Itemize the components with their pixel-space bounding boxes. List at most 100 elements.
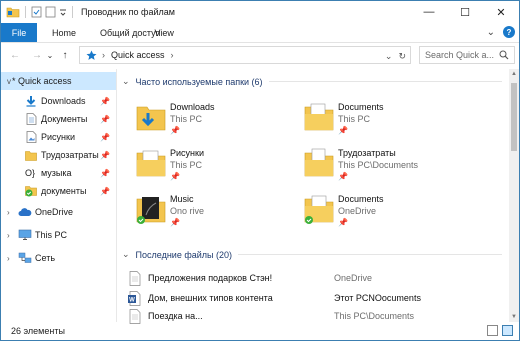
- new-folder-icon[interactable]: [45, 6, 56, 18]
- breadcrumb-separator[interactable]: ›: [102, 50, 105, 60]
- sidebar-item-pictures[interactable]: Рисунки 📌: [1, 128, 116, 146]
- pin-icon: 📌: [100, 168, 110, 178]
- chevron-down-icon[interactable]: ⌄: [122, 249, 130, 260]
- music-icon: O}: [25, 168, 36, 178]
- view-switcher: [487, 325, 513, 336]
- search-box[interactable]: Search Quick a...: [419, 46, 515, 64]
- folder-location: This PC\Documents: [338, 160, 419, 170]
- chevron-right-icon[interactable]: ›: [7, 254, 10, 263]
- ribbon-tabs: File Home Общий доступ View ⌄ ?: [1, 23, 519, 43]
- sidebar-item-label: Quick access: [18, 76, 72, 86]
- search-icon: [499, 50, 509, 60]
- recent-file-row[interactable]: W Дом, внешних типов контента Этот PCNOo…: [128, 291, 504, 306]
- folder-tile[interactable]: Рисунки This PC 📌: [118, 145, 298, 185]
- sidebar-item-onedrive[interactable]: › OneDrive: [1, 203, 116, 221]
- sidebar-item-network[interactable]: › Сеть: [1, 249, 116, 267]
- details-view-button[interactable]: [487, 325, 498, 336]
- sidebar-item-quick-access[interactable]: v * Quick access: [1, 72, 116, 90]
- folder-tile[interactable]: Downloads This PC 📌: [118, 99, 298, 139]
- group-header-recent[interactable]: ⌄ Последние файлы (20): [122, 249, 502, 260]
- star-icon: *: [12, 76, 16, 86]
- folder-name: Documents: [338, 194, 384, 204]
- sidebar-item-label: Документы: [41, 114, 88, 124]
- folder-location: This PC: [338, 114, 371, 124]
- vertical-scrollbar[interactable]: ▲ ▼: [509, 69, 519, 322]
- folder-name: Downloads: [170, 102, 215, 112]
- chevron-right-icon[interactable]: ›: [7, 208, 10, 217]
- downloads-folder-icon: [136, 106, 166, 131]
- tab-view[interactable]: View: [154, 23, 173, 42]
- recent-file-location: Этот PCNOocuments: [334, 293, 421, 303]
- refresh-icon[interactable]: ↻: [398, 51, 406, 62]
- forward-button[interactable]: →: [29, 47, 45, 63]
- pin-icon: 📌: [338, 218, 348, 227]
- onedrive-cloud-icon: [18, 208, 32, 216]
- documents-folder-icon: [304, 103, 334, 131]
- folder-tile[interactable]: Music Ono rive 📌: [118, 191, 298, 231]
- sidebar-item-music[interactable]: O} музыка 📌: [1, 164, 116, 182]
- chevron-right-icon[interactable]: ›: [7, 231, 10, 240]
- recent-file-location: OneDrive: [334, 273, 373, 283]
- recent-file-name: Поездка на...: [148, 311, 203, 321]
- folder-tile[interactable]: Documents OneDrive 📌: [286, 191, 466, 231]
- customize-toolbar-icon[interactable]: [59, 6, 67, 18]
- folder-name: Рисунки: [170, 148, 204, 158]
- folder-tile[interactable]: Documents This PC 📌: [286, 99, 466, 139]
- title-bar: Проводник по файлам — ☐ ✕: [1, 1, 519, 23]
- breadcrumb-separator[interactable]: ›: [171, 50, 174, 60]
- breadcrumb-quick-access[interactable]: Quick access: [111, 50, 165, 60]
- pictures-folder-icon: [136, 150, 166, 177]
- properties-icon[interactable]: [31, 6, 42, 18]
- folder-name: Трудозатраты: [338, 148, 396, 158]
- sidebar-item-label: Downloads: [41, 96, 86, 106]
- tab-file[interactable]: File: [1, 23, 37, 42]
- sidebar-item-label: OneDrive: [35, 207, 74, 217]
- recent-file-name: Дом, внешних типов контента: [148, 293, 273, 303]
- window-title: Проводник по файлам: [81, 7, 175, 17]
- pin-icon: 📌: [100, 186, 110, 196]
- search-input[interactable]: Search Quick a...: [425, 50, 494, 60]
- chevron-down-icon[interactable]: ⌄: [487, 27, 495, 38]
- text-file-icon: [129, 271, 141, 286]
- sidebar-item-label: Рисунки: [41, 132, 75, 142]
- folder-icon: [6, 7, 20, 18]
- large-icons-view-button[interactable]: [502, 325, 513, 336]
- chevron-down-icon[interactable]: v: [7, 77, 11, 86]
- scrollbar-thumb[interactable]: [511, 83, 517, 151]
- scroll-up-arrow[interactable]: ▲: [509, 71, 519, 77]
- tab-share[interactable]: Общий доступ: [90, 23, 160, 42]
- help-icon[interactable]: ?: [503, 26, 515, 38]
- up-button[interactable]: ↑: [57, 47, 73, 63]
- sidebar-item-label: документы: [41, 186, 87, 196]
- pin-icon: 📌: [170, 126, 180, 135]
- chevron-down-icon[interactable]: ⌄: [122, 76, 130, 87]
- recent-file-row[interactable]: Предложения подарков Стэн! OneDrive: [128, 271, 504, 286]
- folder-tile[interactable]: Трудозатраты This PC\Documents 📌: [286, 145, 466, 185]
- back-button[interactable]: ←: [7, 47, 23, 63]
- pin-icon: 📌: [100, 150, 110, 160]
- svg-text:W: W: [129, 298, 135, 304]
- sidebar-item-documents[interactable]: Документы 📌: [1, 110, 116, 128]
- sidebar-item-this-pc[interactable]: › This PC: [1, 226, 116, 244]
- recent-locations-button[interactable]: ⌄: [45, 47, 55, 63]
- star-icon: [86, 50, 97, 60]
- group-header-frequent[interactable]: ⌄ Часто используемые папки (6): [122, 76, 502, 87]
- pin-icon: 📌: [338, 172, 348, 181]
- address-bar[interactable]: › Quick access › ⌄ ↻: [79, 46, 411, 64]
- file-explorer-window: Проводник по файлам — ☐ ✕ File Home Общи…: [0, 0, 520, 341]
- sidebar-item-downloads[interactable]: Downloads 📌: [1, 92, 116, 110]
- sidebar-item-trudozatraty[interactable]: Трудозатраты 📌: [1, 146, 116, 164]
- minimize-button[interactable]: —: [411, 1, 447, 23]
- address-history-dropdown[interactable]: ⌄: [385, 51, 393, 62]
- address-row: ← → ⌄ ↑ › Quick access › ⌄ ↻ Search Quic…: [1, 43, 519, 67]
- scroll-down-arrow[interactable]: ▼: [509, 314, 519, 320]
- onedrive-folder-icon: [304, 195, 334, 224]
- sidebar-item-onedrive-documents[interactable]: документы 📌: [1, 182, 116, 200]
- folder-location: Ono rive: [170, 206, 205, 216]
- tab-home[interactable]: Home: [37, 23, 90, 42]
- address-actions: ⌄ ↻: [385, 47, 406, 65]
- maximize-button[interactable]: ☐: [447, 1, 483, 23]
- close-button[interactable]: ✕: [483, 1, 519, 23]
- documents-folder-icon: [304, 148, 334, 177]
- pin-icon: 📌: [170, 172, 180, 181]
